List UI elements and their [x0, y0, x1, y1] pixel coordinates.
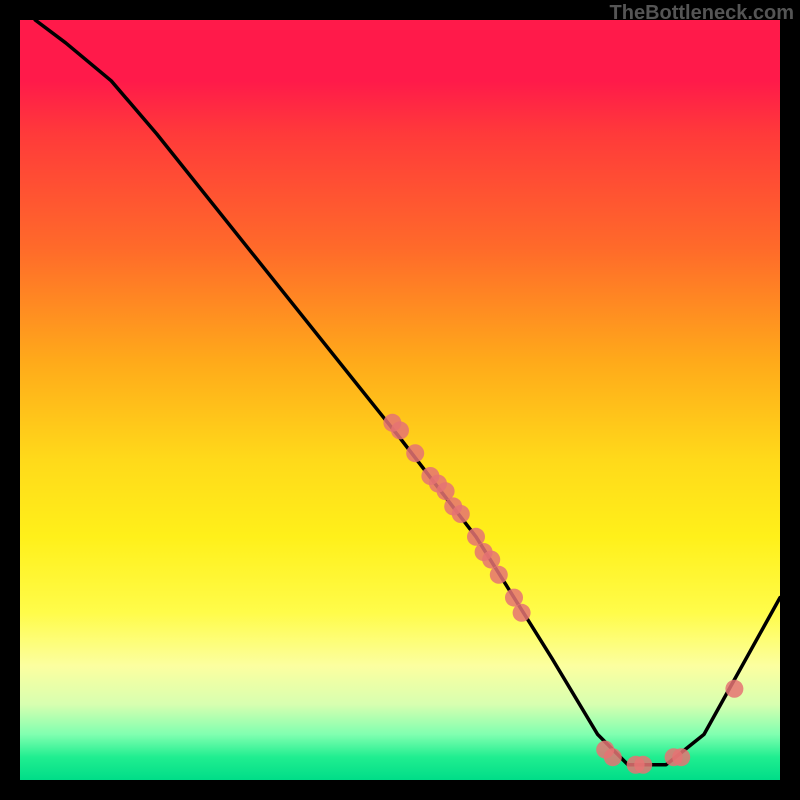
- plot-area: [20, 20, 780, 780]
- curve-line: [35, 20, 780, 765]
- data-dots: [383, 414, 743, 774]
- chart-svg: [20, 20, 780, 780]
- chart-container: TheBottleneck.com: [0, 0, 800, 800]
